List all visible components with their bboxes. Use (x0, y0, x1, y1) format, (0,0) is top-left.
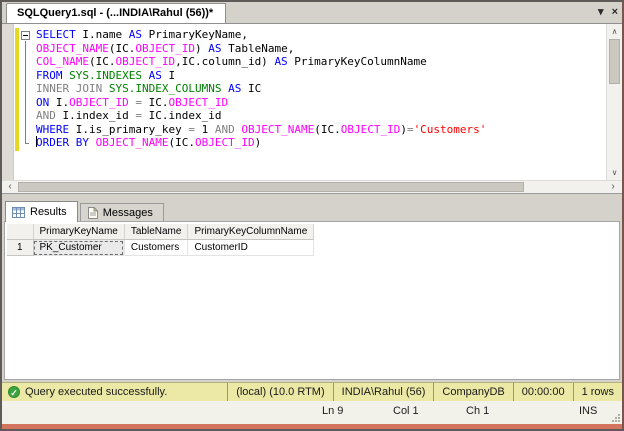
chevron-down-icon[interactable]: ▾ (598, 5, 604, 19)
column-header-tablename[interactable]: TableName (124, 224, 189, 240)
results-pane: Results Messages PrimaryKeyName TableName… (2, 200, 622, 382)
scroll-left-icon[interactable]: ‹ (2, 181, 18, 193)
status-segment-2: CompanyDB (433, 383, 512, 401)
insert-mode-indicator: INS (579, 405, 598, 417)
code-area: SELECT I.name AS PrimaryKeyName, OBJECT_N… (2, 28, 606, 150)
grid-icon (12, 206, 25, 218)
document-tab[interactable]: SQLQuery1.sql - (...INDIA\Rahul (56))* (6, 3, 227, 23)
success-check-icon: ✓ (8, 386, 20, 398)
cursor-position-bar: Ln 9 Col 1 Ch 1 INS (2, 401, 622, 424)
status-segments: (local) (10.0 RTM) INDIA\Rahul (56) Compan… (227, 383, 622, 401)
code-line-4: FROM SYS.INDEXES AS I (36, 68, 176, 82)
tab-results[interactable]: Results (5, 201, 78, 222)
grid-cell[interactable]: PK_Customer (33, 239, 125, 256)
editor-horizontal-scrollbar[interactable]: ‹ › (2, 180, 622, 193)
code-line-1: SELECT I.name AS PrimaryKeyName, (36, 28, 248, 41)
results-grid-container: PrimaryKeyName TableName PrimaryKeyColumnN… (4, 221, 620, 380)
window-bottom-edge (2, 424, 622, 429)
resize-grip[interactable] (612, 414, 620, 422)
tab-messages-label: Messages (102, 207, 153, 219)
status-segment-1: INDIA\Rahul (56) (332, 383, 434, 401)
code-line-3: COL_NAME(IC.OBJECT_ID,IC.column_id) AS P… (36, 55, 427, 68)
scroll-down-icon[interactable]: ∨ (607, 166, 622, 179)
document-tab-strip: SQLQuery1.sql - (...INDIA\Rahul (56))* ▾… (2, 2, 622, 24)
character-indicator: Ch 1 (466, 405, 490, 417)
vertical-scroll-thumb[interactable] (609, 39, 620, 84)
row-header[interactable]: 1 (7, 239, 34, 256)
message-icon (87, 207, 98, 219)
code-line-8: WHERE I.is_primary_key = 1 AND OBJECT_NA… (36, 122, 487, 136)
editor-vertical-scrollbar[interactable]: ∧ ∨ (606, 24, 622, 180)
editor-region: SELECT I.name AS PrimaryKeyName, OBJECT_N… (2, 24, 622, 180)
status-segment-3: 00:00:00 (512, 383, 573, 401)
status-message: Query executed successfully. (25, 386, 168, 398)
code-line-2: OBJECT_NAME(IC.OBJECT_ID) AS TableName, (36, 41, 295, 55)
column-header-primarykeyname[interactable]: PrimaryKeyName (33, 224, 125, 240)
close-icon[interactable]: × (612, 5, 618, 19)
sql-editor[interactable]: SELECT I.name AS PrimaryKeyName, OBJECT_N… (2, 24, 606, 180)
status-segment-4: 1 rows (572, 383, 622, 401)
pane-splitter[interactable] (2, 193, 622, 200)
code-line-5: INNER JOIN SYS.INDEX_COLUMNS AS IC (36, 82, 262, 95)
column-indicator: Col 1 (393, 405, 419, 417)
document-tab-label: SQLQuery1.sql - (...INDIA\Rahul (56))* (17, 7, 214, 19)
code-line-7: AND I.index_id = IC.index_id (36, 109, 222, 122)
column-header-primarykeycolumnname[interactable]: PrimaryKeyColumnName (187, 224, 315, 240)
scroll-right-icon[interactable]: › (605, 181, 621, 193)
status-bar: ✓ Query executed successfully. (local) (… (2, 382, 622, 401)
code-line-9: ORDER BY OBJECT_NAME(IC.OBJECT_ID) (36, 136, 262, 149)
scroll-up-icon[interactable]: ∧ (607, 25, 622, 38)
table-row: 1 PK_Customer Customers CustomerID (7, 239, 315, 256)
results-grid: PrimaryKeyName TableName PrimaryKeyColumnN… (7, 224, 315, 256)
ssms-window: SQLQuery1.sql - (...INDIA\Rahul (56))* ▾… (0, 0, 624, 431)
status-segment-0: (local) (10.0 RTM) (227, 383, 332, 401)
tab-actions: ▾ × (598, 5, 618, 19)
grid-corner-cell[interactable] (7, 224, 34, 240)
line-indicator: Ln 9 (322, 405, 344, 417)
grid-cell[interactable]: Customers (124, 239, 189, 256)
results-tab-strip: Results Messages (2, 200, 622, 222)
tab-messages[interactable]: Messages (79, 203, 164, 222)
horizontal-scroll-thumb[interactable] (18, 182, 524, 192)
grid-cell[interactable]: CustomerID (187, 239, 315, 256)
tab-results-label: Results (30, 206, 67, 218)
code-line-6: ON I.OBJECT_ID = IC.OBJECT_ID (36, 95, 229, 109)
